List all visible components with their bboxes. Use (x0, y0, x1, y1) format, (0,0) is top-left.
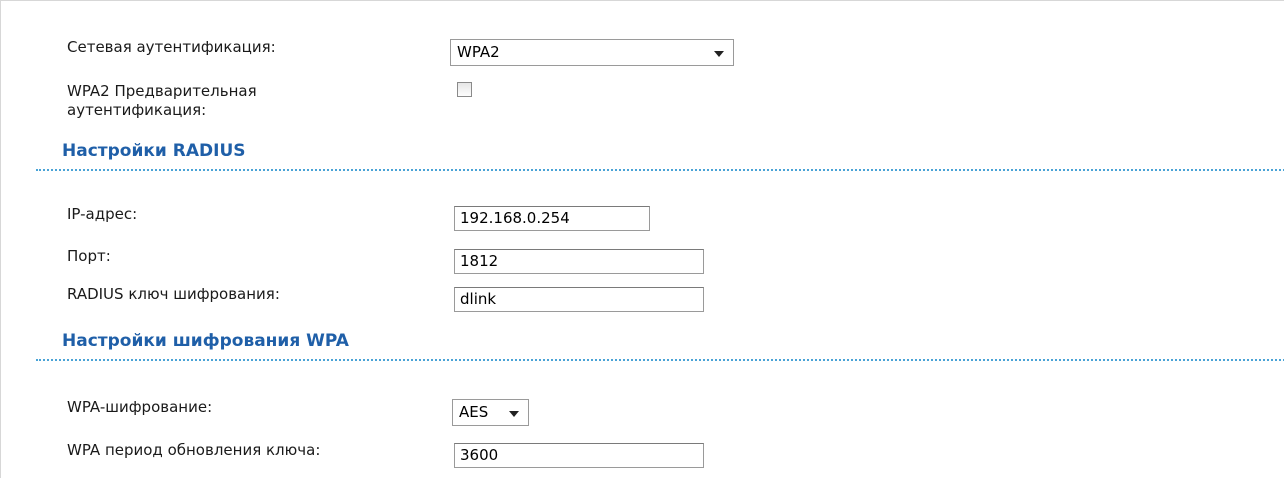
radius-port-label: Порт: (67, 247, 111, 265)
radius-key-input[interactable]: dlink (454, 287, 704, 312)
wpa-section-title: Настройки шифрования WPA (62, 331, 349, 351)
radius-ip-label: IP-адрес: (67, 205, 138, 223)
preauth-label-line1: WPA2 Предварительная (67, 82, 257, 100)
wpa-rekey-input[interactable]: 3600 (454, 443, 704, 468)
network-auth-value: WPA2 (457, 43, 500, 61)
radius-section-title: Настройки RADIUS (62, 141, 246, 161)
chevron-down-icon (714, 51, 724, 57)
wpa-encryption-value: AES (459, 403, 489, 421)
wpa-encryption-select[interactable]: AES (452, 399, 529, 426)
wpa-rekey-label: WPA период обновления ключа: (67, 441, 321, 459)
preauth-label-line2: аутентификация: (67, 101, 207, 119)
wpa-encryption-label: WPA-шифрование: (67, 398, 213, 416)
radius-port-input[interactable]: 1812 (454, 249, 704, 274)
section-divider (36, 359, 1284, 361)
network-auth-select[interactable]: WPA2 (450, 39, 734, 66)
radius-key-label: RADIUS ключ шифрования: (67, 285, 280, 303)
preauth-checkbox[interactable] (457, 82, 472, 97)
network-auth-label: Сетевая аутентификация: (67, 38, 276, 56)
chevron-down-icon (509, 411, 519, 417)
radius-ip-input[interactable]: 192.168.0.254 (454, 206, 650, 231)
section-divider (36, 169, 1284, 171)
wifi-security-settings-panel: Сетевая аутентификация: WPA2 WPA2 Предва… (0, 0, 1284, 478)
